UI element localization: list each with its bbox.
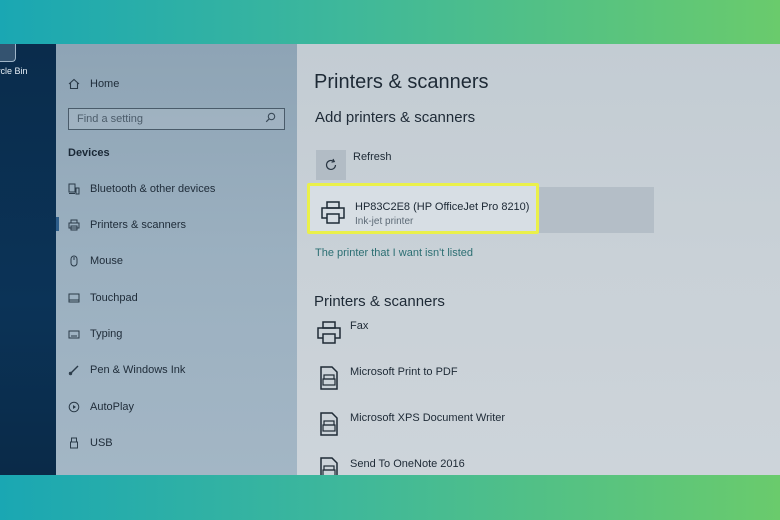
autoplay-icon — [68, 401, 80, 413]
printer-not-listed-link[interactable]: The printer that I want isn't listed — [315, 247, 473, 259]
home-icon — [68, 78, 80, 90]
document-printer-icon — [320, 412, 338, 436]
printer-icon — [68, 219, 80, 231]
screen-frame: ycle Bin Home Find a setting Devices Blu… — [0, 44, 780, 475]
touchpad-icon — [68, 292, 80, 304]
document-printer-icon — [320, 457, 338, 475]
found-printer-name: HP83C2E8 (HP OfficeJet Pro 8210) — [355, 201, 530, 213]
refresh-button[interactable] — [316, 150, 346, 180]
search-input[interactable]: Find a setting — [68, 108, 285, 130]
pen-icon — [68, 364, 80, 376]
sidebar-home-label: Home — [90, 78, 120, 90]
search-icon — [265, 112, 276, 126]
sidebar-item-label: Mouse — [90, 255, 124, 267]
printers-list-heading: Printers & scanners — [314, 293, 445, 310]
document-printer-icon — [320, 366, 338, 390]
sidebar-home[interactable]: Home — [68, 75, 119, 93]
sidebar-item-pen[interactable]: Pen & Windows Ink — [68, 361, 185, 379]
page-title: Printers & scanners — [314, 71, 489, 93]
device-label: Microsoft XPS Document Writer — [350, 412, 506, 424]
refresh-label[interactable]: Refresh — [353, 151, 392, 163]
sidebar-item-label: Touchpad — [90, 292, 138, 304]
printer-icon — [321, 201, 345, 224]
device-label: Send To OneNote 2016 — [350, 458, 465, 470]
sidebar-item-printers[interactable]: Printers & scanners — [68, 216, 186, 234]
sidebar-item-usb[interactable]: USB — [68, 434, 113, 452]
bluetooth-devices-icon — [68, 183, 80, 195]
sidebar-item-touchpad[interactable]: Touchpad — [68, 289, 138, 307]
device-label: Fax — [350, 320, 369, 332]
sidebar-item-label: Pen & Windows Ink — [90, 364, 186, 376]
sidebar-item-label: Printers & scanners — [90, 219, 186, 231]
mouse-icon — [68, 255, 80, 267]
sidebar-item-label: AutoPlay — [90, 401, 135, 413]
found-printer-type: Ink-jet printer — [355, 216, 414, 227]
sidebar-item-bluetooth[interactable]: Bluetooth & other devices — [68, 180, 215, 198]
usb-icon — [68, 437, 80, 449]
sidebar-item-mouse[interactable]: Mouse — [68, 252, 123, 270]
search-placeholder: Find a setting — [77, 113, 144, 125]
recycle-bin-label: ycle Bin — [0, 66, 28, 76]
sidebar-item-label: Typing — [90, 328, 123, 340]
settings-sidebar: Home Find a setting Devices Bluetooth & … — [56, 44, 297, 475]
recycle-bin-icon[interactable] — [0, 44, 16, 62]
sidebar-item-autoplay[interactable]: AutoPlay — [68, 398, 134, 416]
refresh-icon — [325, 158, 337, 171]
sidebar-section-heading: Devices — [68, 147, 110, 159]
keyboard-icon — [68, 328, 80, 340]
add-printers-heading: Add printers & scanners — [315, 109, 476, 126]
settings-main-panel: Printers & scanners Add printers & scann… — [297, 44, 780, 475]
sidebar-item-typing[interactable]: Typing — [68, 325, 122, 343]
sidebar-item-label: USB — [90, 437, 113, 449]
selected-indicator — [56, 217, 59, 231]
sidebar-item-label: Bluetooth & other devices — [90, 183, 216, 195]
device-label: Microsoft Print to PDF — [350, 366, 458, 378]
desktop-strip: ycle Bin — [0, 44, 56, 475]
fax-printer-icon — [317, 321, 341, 344]
